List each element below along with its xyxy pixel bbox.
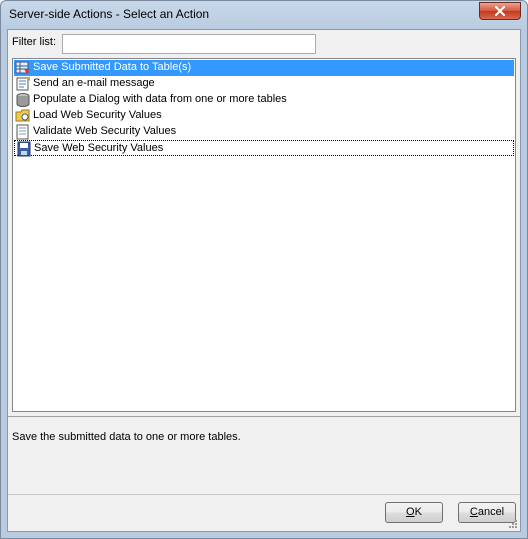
save-security-icon [17, 141, 31, 157]
action-description: Save the submitted data to one or more t… [12, 431, 241, 443]
email-icon [16, 77, 30, 91]
list-item-label: Save Submitted Data to Table(s) [33, 61, 192, 73]
cancel-button-label: ancel [477, 506, 505, 518]
list-item-load-web-security[interactable]: Load Web Security Values [14, 108, 514, 124]
list-item-validate-web-security[interactable]: Validate Web Security Values [14, 124, 514, 140]
database-icon [16, 93, 30, 107]
divider [8, 494, 520, 495]
close-icon [495, 6, 505, 16]
ok-button-mnemonic: O [406, 506, 415, 518]
list-item-send-email[interactable]: Send an e-mail message [14, 76, 514, 92]
dialog-window: Server-side Actions - Select an Action F… [0, 0, 528, 539]
window-title: Server-side Actions - Select an Action [9, 7, 210, 21]
list-item-populate-dialog[interactable]: Populate a Dialog with data from one or … [14, 92, 514, 108]
cancel-button-mnemonic: C [469, 506, 478, 518]
filter-label: Filter list: [12, 36, 56, 48]
list-item-label: Send an e-mail message [33, 77, 155, 89]
load-security-icon [15, 109, 30, 122]
validate-security-icon [16, 124, 29, 140]
ok-button[interactable]: OK [385, 502, 443, 523]
list-item-save-web-security[interactable]: Save Web Security Values [14, 140, 514, 157]
list-item-label: Save Web Security Values [34, 142, 164, 154]
list-item-label: Populate a Dialog with data from one or … [33, 93, 287, 105]
description-panel: Save the submitted data to one or more t… [8, 416, 520, 495]
list-item-label: Load Web Security Values [33, 109, 162, 121]
ok-button-label: K [414, 506, 422, 518]
action-list[interactable]: Save Submitted Data to Table(s) Send an … [12, 58, 516, 412]
dialog-content: Filter list: Save Submitted Data to Tabl… [7, 29, 521, 532]
filter-input[interactable] [62, 34, 316, 54]
title-bar[interactable]: Server-side Actions - Select an Action [1, 1, 527, 29]
list-item-save-submitted-data[interactable]: Save Submitted Data to Table(s) [14, 60, 514, 76]
resize-grip-icon[interactable] [508, 519, 518, 529]
list-item-label: Validate Web Security Values [33, 125, 177, 137]
save-to-table-icon [15, 61, 30, 74]
close-button[interactable] [479, 2, 521, 20]
